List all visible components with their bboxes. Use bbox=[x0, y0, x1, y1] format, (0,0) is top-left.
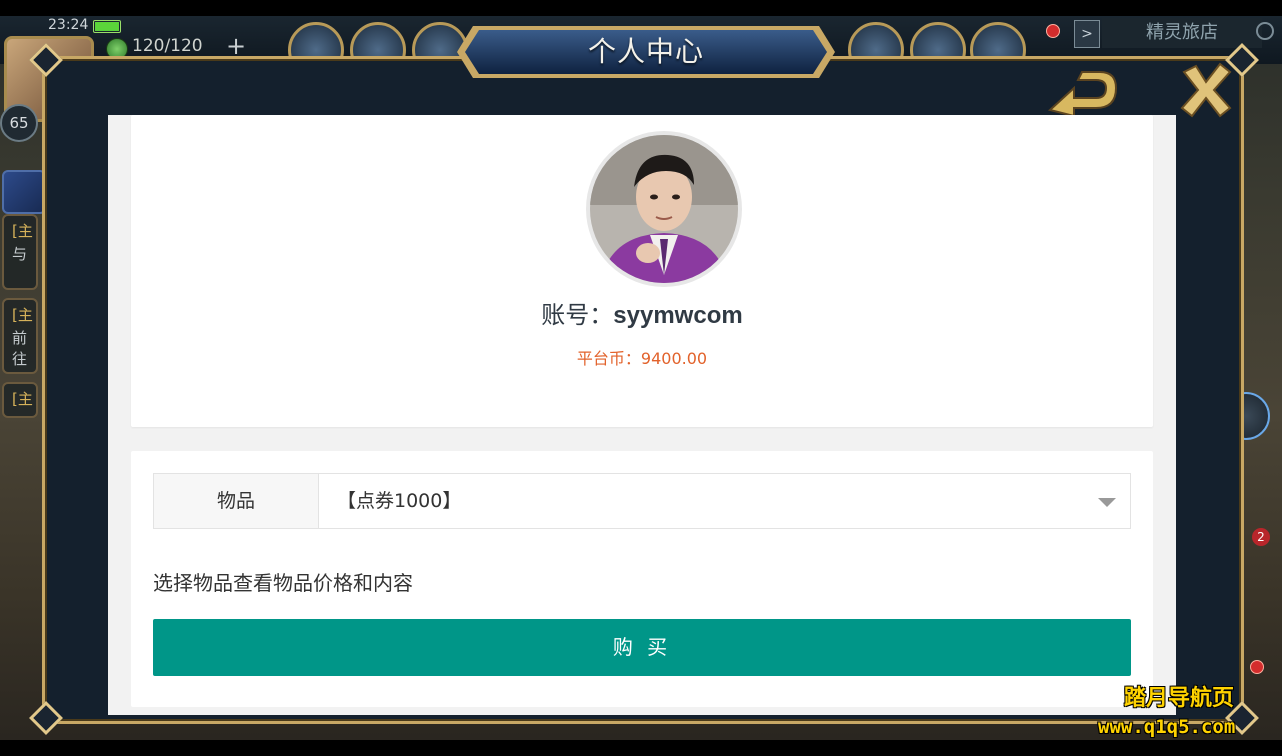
screen: 23:24 120/120 + 65 > 精灵旅店 [主 与 [主 前往 [主 … bbox=[0, 0, 1282, 756]
notification-badge: 2 bbox=[1252, 528, 1270, 546]
search-icon[interactable] bbox=[1256, 22, 1274, 40]
quest-tag: [主 bbox=[12, 222, 33, 240]
close-icon bbox=[1180, 62, 1232, 118]
watermark-title: 踏月导航页 bbox=[1124, 686, 1235, 711]
personal-center-webview: 账号：syymwcom 平台币：9400.00 物品 【点券1000】 选择物品… bbox=[108, 115, 1176, 715]
back-arrow-icon bbox=[1047, 71, 1118, 118]
notification-dot bbox=[1046, 24, 1060, 38]
item-field: 物品 【点券1000】 bbox=[153, 473, 1131, 529]
account-line: 账号：syymwcom bbox=[131, 295, 1153, 330]
status-time: 23:24 bbox=[48, 17, 89, 33]
coins-value: 9400.00 bbox=[640, 349, 708, 368]
item-hint: 选择物品查看物品价格和内容 bbox=[153, 571, 413, 595]
dialog-title-plate: 个人中心 bbox=[455, 24, 837, 80]
item-selected-value: 【点券1000】 bbox=[337, 490, 462, 512]
shop-name[interactable]: 精灵旅店 bbox=[1102, 18, 1262, 48]
add-stamina-button[interactable]: + bbox=[226, 34, 246, 58]
tool-icon[interactable] bbox=[2, 170, 46, 214]
quest-text: 前往 bbox=[12, 329, 28, 368]
quest-item[interactable]: [主 前往 bbox=[2, 298, 38, 374]
chevron-down-icon bbox=[1098, 498, 1116, 507]
quest-item[interactable]: [主 bbox=[2, 382, 38, 418]
purchase-card: 物品 【点券1000】 选择物品查看物品价格和内容 购 买 bbox=[131, 451, 1153, 707]
stamina-value: 120/120 bbox=[132, 36, 203, 56]
notification-dot bbox=[1250, 660, 1264, 674]
quest-tag: [主 bbox=[12, 306, 33, 324]
profile-card: 账号：syymwcom 平台币：9400.00 bbox=[131, 115, 1153, 427]
account-label: 账号： bbox=[541, 301, 614, 329]
level-badge: 65 bbox=[0, 104, 38, 142]
user-avatar bbox=[586, 131, 742, 287]
item-label: 物品 bbox=[154, 474, 319, 528]
quest-text: 与 bbox=[12, 245, 28, 263]
buy-button[interactable]: 购 买 bbox=[153, 619, 1131, 676]
back-button[interactable] bbox=[1044, 66, 1124, 120]
account-value: syymwcom bbox=[613, 302, 743, 329]
quest-tag: [主 bbox=[12, 390, 33, 408]
watermark-url: www.q1q5.com bbox=[1098, 716, 1236, 738]
coins-label: 平台币： bbox=[576, 349, 641, 368]
close-button[interactable] bbox=[1176, 60, 1236, 120]
shop-expand-button[interactable]: > bbox=[1074, 20, 1100, 48]
dialog-title: 个人中心 bbox=[587, 35, 704, 68]
battery-icon bbox=[93, 20, 121, 33]
quest-item[interactable]: [主 与 bbox=[2, 214, 38, 290]
platform-coins-line: 平台币：9400.00 bbox=[131, 345, 1153, 369]
item-select[interactable]: 【点券1000】 bbox=[319, 474, 1130, 528]
